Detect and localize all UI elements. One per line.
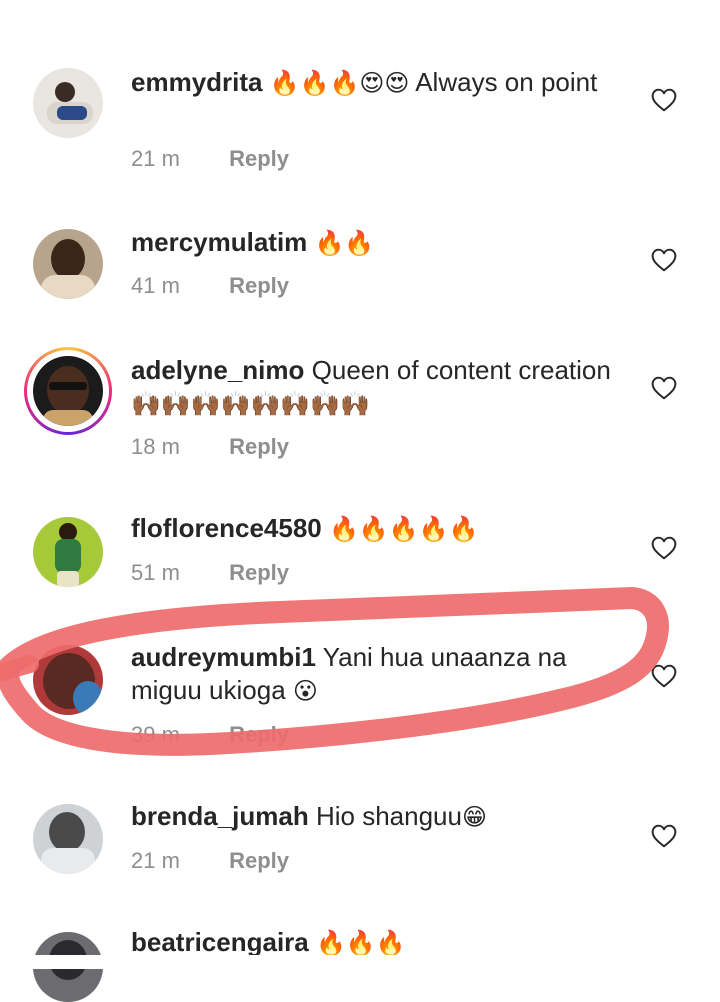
reply-button[interactable]: Reply <box>229 722 289 747</box>
comment-emojis: 😁 <box>461 803 487 831</box>
heart-outline-icon[interactable] <box>651 824 677 848</box>
reply-button[interactable]: Reply <box>229 273 289 298</box>
comment-username[interactable]: beatricengaira <box>131 927 309 957</box>
comment-emojis: 😮 <box>292 677 318 705</box>
heart-outline-icon[interactable] <box>651 376 677 400</box>
comment-body: Always on point <box>415 67 598 97</box>
comment-username[interactable]: brenda_jumah <box>131 801 309 831</box>
comment-text: emmydrita 🔥🔥🔥😍😍 Always on point <box>131 66 611 100</box>
comment-username[interactable]: mercymulatim <box>131 227 307 257</box>
comment-body: Hio shanguu <box>315 801 462 831</box>
comment-emojis: 🔥🔥🔥😍😍 <box>269 69 410 97</box>
comment-time: 21 m <box>131 146 180 171</box>
comment-time: 39 m <box>131 722 180 747</box>
reply-button[interactable]: Reply <box>229 146 289 171</box>
comment-text: audreymumbi1 Yani hua unaanza na miguu u… <box>131 641 611 708</box>
heart-outline-icon[interactable] <box>651 664 677 688</box>
heart-outline-icon[interactable] <box>651 248 677 272</box>
comment-meta: 21 m Reply <box>131 848 289 874</box>
comment-body: Queen of content creation <box>311 355 611 385</box>
avatar[interactable] <box>33 804 103 874</box>
comment-text: brenda_jumah Hio shanguu😁 <box>131 800 611 834</box>
comment-username[interactable]: adelyne_nimo <box>131 355 304 385</box>
comment-username[interactable]: emmydrita <box>131 67 263 97</box>
comment-time: 51 m <box>131 560 180 585</box>
screen-bottom-edge <box>0 955 720 969</box>
comment-meta: 18 m Reply <box>131 434 289 460</box>
comment-time: 41 m <box>131 273 180 298</box>
comment-emojis: 🔥🔥🔥 <box>315 929 406 957</box>
comment-username[interactable]: audreymumbi1 <box>131 642 316 672</box>
heart-outline-icon[interactable] <box>651 536 677 560</box>
comment-meta: 39 m Reply <box>131 722 289 748</box>
comment-text: adelyne_nimo Queen of content creation 🙌… <box>131 354 611 421</box>
avatar[interactable] <box>33 229 103 299</box>
comment-meta: 21 m Reply <box>131 146 289 172</box>
avatar[interactable] <box>33 356 103 426</box>
comment-emojis: 🙌🏾🙌🏾🙌🏾🙌🏾🙌🏾🙌🏾🙌🏾🙌🏾 <box>131 390 371 418</box>
heart-outline-icon[interactable] <box>651 88 677 112</box>
comment-emojis: 🔥🔥🔥🔥🔥 <box>328 515 479 543</box>
comment-emojis: 🔥🔥 <box>314 229 375 257</box>
reply-button[interactable]: Reply <box>229 560 289 585</box>
comment-meta: 41 m Reply <box>131 273 289 299</box>
reply-button[interactable]: Reply <box>229 848 289 873</box>
comment-text: floflorence4580 🔥🔥🔥🔥🔥 <box>131 512 611 546</box>
reply-button[interactable]: Reply <box>229 434 289 459</box>
comment-text: mercymulatim 🔥🔥 <box>131 226 611 260</box>
comment-time: 18 m <box>131 434 180 459</box>
comment-meta: 51 m Reply <box>131 560 289 586</box>
avatar[interactable] <box>33 68 103 138</box>
comment-time: 21 m <box>131 848 180 873</box>
avatar[interactable] <box>33 517 103 587</box>
comment-username[interactable]: floflorence4580 <box>131 513 322 543</box>
avatar[interactable] <box>33 645 103 715</box>
